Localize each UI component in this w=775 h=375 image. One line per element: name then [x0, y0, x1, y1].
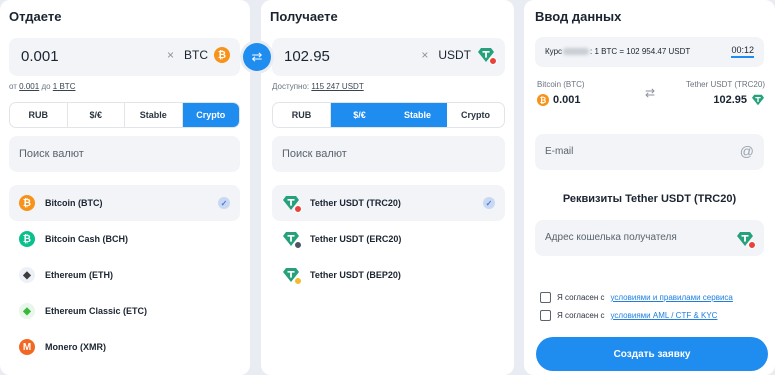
agree-terms-checkbox[interactable]	[540, 292, 551, 303]
tether-trc20-icon	[736, 231, 756, 249]
give-tab-rub[interactable]: RUB	[10, 103, 68, 127]
tether-bep20-icon	[282, 267, 302, 285]
list-item-xmr[interactable]: M Monero (XMR)	[9, 329, 240, 365]
bitcoin-icon: ₿	[19, 195, 35, 211]
give-max-link[interactable]: 1 BTC	[53, 82, 76, 91]
swap-arrows-icon: ⇄	[251, 49, 263, 64]
give-title: Отдаете	[9, 9, 62, 24]
exchange-rate-box: Курс: 1 BTC = 102 954.47 USDT 00:12	[535, 37, 764, 67]
agree-aml-row: Я согласен с условиями AML / CTF & KYC	[540, 310, 717, 321]
tether-trc20-icon	[751, 94, 765, 106]
tether-erc20-icon	[282, 231, 302, 249]
get-amount-input[interactable]: 102.95	[284, 48, 330, 65]
blurred-text	[563, 48, 590, 56]
exchange-rate-text: : 1 BTC = 102 954.47 USDT	[590, 47, 691, 56]
wallet-address-field[interactable]: Адрес кошелька получателя	[535, 220, 764, 256]
give-tab-crypto[interactable]: Crypto	[182, 103, 239, 127]
aml-kyc-link[interactable]: условиями AML / CTF & KYC	[611, 311, 718, 320]
list-item-eth[interactable]: ◆ Ethereum (ETH)	[9, 257, 240, 293]
give-amount-input[interactable]: 0.001	[21, 48, 59, 65]
check-icon: ✓	[218, 197, 230, 209]
give-search-input[interactable]: Поиск валют	[9, 136, 240, 172]
requisites-title: Реквизиты Tether USDT (TRC20)	[562, 193, 737, 205]
terms-link[interactable]: условиями и правилами сервиса	[611, 293, 733, 302]
give-limits-hint: от 0.001 до 1 BTC	[9, 82, 76, 91]
to-amount: 102.95	[713, 94, 765, 106]
list-item-etc[interactable]: ◆ Ethereum Classic (ETC)	[9, 293, 240, 329]
rate-timer: 00:12	[731, 45, 754, 58]
give-tab-usd-eur[interactable]: $/€	[68, 103, 125, 127]
get-tab-stable[interactable]: Stable	[389, 103, 447, 127]
bitcoin-icon: ₿	[537, 94, 549, 106]
exchange-arrows-icon: ⇄	[645, 86, 656, 100]
monero-icon: M	[19, 339, 35, 355]
swap-direction-button[interactable]: ⇄	[243, 43, 271, 71]
list-item-bch[interactable]: ₿ Bitcoin Cash (BCH)	[9, 221, 240, 257]
give-coin-list: ₿ Bitcoin (BTC) ✓ ₿ Bitcoin Cash (BCH) ◆…	[9, 185, 240, 365]
get-search-input[interactable]: Поиск валют	[272, 136, 505, 172]
create-order-button[interactable]: Создать заявку	[536, 337, 768, 371]
give-category-tabs: RUB $/€ Stable Crypto	[9, 102, 240, 128]
bitcoin-icon: ₿	[214, 47, 230, 63]
get-category-tabs: RUB $/€ Stable Crypto	[272, 102, 505, 128]
list-item-usdt-erc20[interactable]: Tether USDT (ERC20)	[272, 221, 505, 257]
agree-terms-row: Я согласен с условиями и правилами серви…	[540, 292, 733, 303]
check-icon: ✓	[483, 197, 495, 209]
get-available-value[interactable]: 115 247 USDT	[311, 82, 363, 91]
give-currency-code: BTC	[184, 48, 208, 62]
give-tab-stable[interactable]: Stable	[125, 103, 183, 127]
get-title: Получаете	[270, 9, 338, 24]
from-currency-label: Bitcoin (BTC)	[537, 80, 585, 89]
data-entry-panel: Ввод данных Курс: 1 BTC = 102 954.47 USD…	[524, 0, 775, 375]
get-coin-list: Tether USDT (TRC20) ✓ Tether USDT (ERC20…	[272, 185, 505, 293]
list-item-usdt-bep20[interactable]: Tether USDT (BEP20)	[272, 257, 505, 293]
ethereum-icon: ◆	[19, 267, 35, 283]
get-currency-code: USDT	[438, 48, 471, 62]
get-tab-crypto[interactable]: Crypto	[447, 103, 504, 127]
get-panel: Получаете 102.95 × USDT Доступно: 115 24…	[261, 0, 514, 375]
from-amount: ₿ 0.001	[537, 94, 581, 106]
tether-trc20-icon	[282, 195, 302, 213]
give-amount-box[interactable]: 0.001 × BTC ₿	[9, 38, 240, 76]
to-currency-label: Tether USDT (TRC20)	[686, 80, 765, 89]
ethereum-classic-icon: ◆	[19, 303, 35, 319]
bitcoin-cash-icon: ₿	[19, 231, 35, 247]
at-sign-icon: @	[739, 143, 754, 159]
list-item-btc[interactable]: ₿ Bitcoin (BTC) ✓	[9, 185, 240, 221]
get-available-hint: Доступно: 115 247 USDT	[272, 82, 364, 91]
get-amount-box[interactable]: 102.95 × USDT	[272, 38, 505, 76]
get-clear-icon[interactable]: ×	[421, 48, 428, 62]
tether-trc20-icon	[477, 47, 497, 65]
give-min-link[interactable]: 0.001	[19, 82, 39, 91]
get-tab-usd-eur[interactable]: $/€	[331, 103, 389, 127]
form-title: Ввод данных	[535, 9, 622, 24]
email-field[interactable]: E-mail @	[535, 134, 764, 170]
give-clear-icon[interactable]: ×	[167, 48, 174, 62]
give-panel: Отдаете 0.001 × BTC ₿ от 0.001 до 1 BTC …	[0, 0, 250, 375]
list-item-usdt-trc20[interactable]: Tether USDT (TRC20) ✓	[272, 185, 505, 221]
agree-aml-checkbox[interactable]	[540, 310, 551, 321]
get-tab-rub[interactable]: RUB	[273, 103, 331, 127]
